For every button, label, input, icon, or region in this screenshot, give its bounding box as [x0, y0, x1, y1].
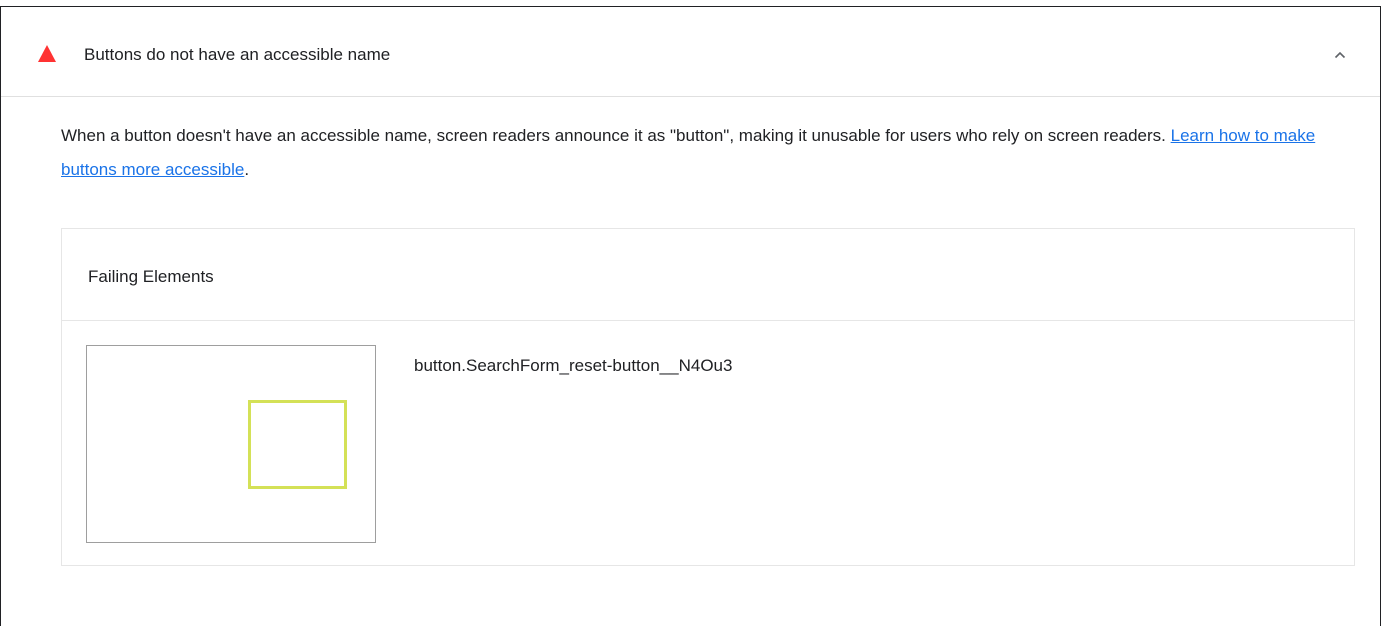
audit-description: When a button doesn't have an accessible… — [61, 119, 1341, 187]
element-screenshot-thumbnail[interactable] — [86, 345, 376, 543]
failing-elements-table: Failing Elements button.SearchForm_reset… — [61, 228, 1355, 566]
chevron-up-icon[interactable] — [1334, 51, 1346, 61]
element-highlight-box — [248, 400, 347, 489]
node-label[interactable]: button.SearchForm_reset-button__N4Ou3 — [414, 356, 732, 376]
chevron-up-icon-glyph — [1334, 51, 1346, 59]
description-text: When a button doesn't have an accessible… — [61, 126, 1171, 145]
audit-title: Buttons do not have an accessible name — [84, 45, 391, 64]
audit-header[interactable]: Buttons do not have an accessible name — [1, 7, 1380, 97]
audit-panel: Buttons do not have an accessible name W… — [0, 6, 1381, 626]
fail-triangle-icon — [38, 45, 56, 62]
description-end: . — [244, 160, 250, 179]
failing-elements-header: Failing Elements — [62, 229, 1354, 321]
failing-elements-title: Failing Elements — [88, 267, 214, 286]
